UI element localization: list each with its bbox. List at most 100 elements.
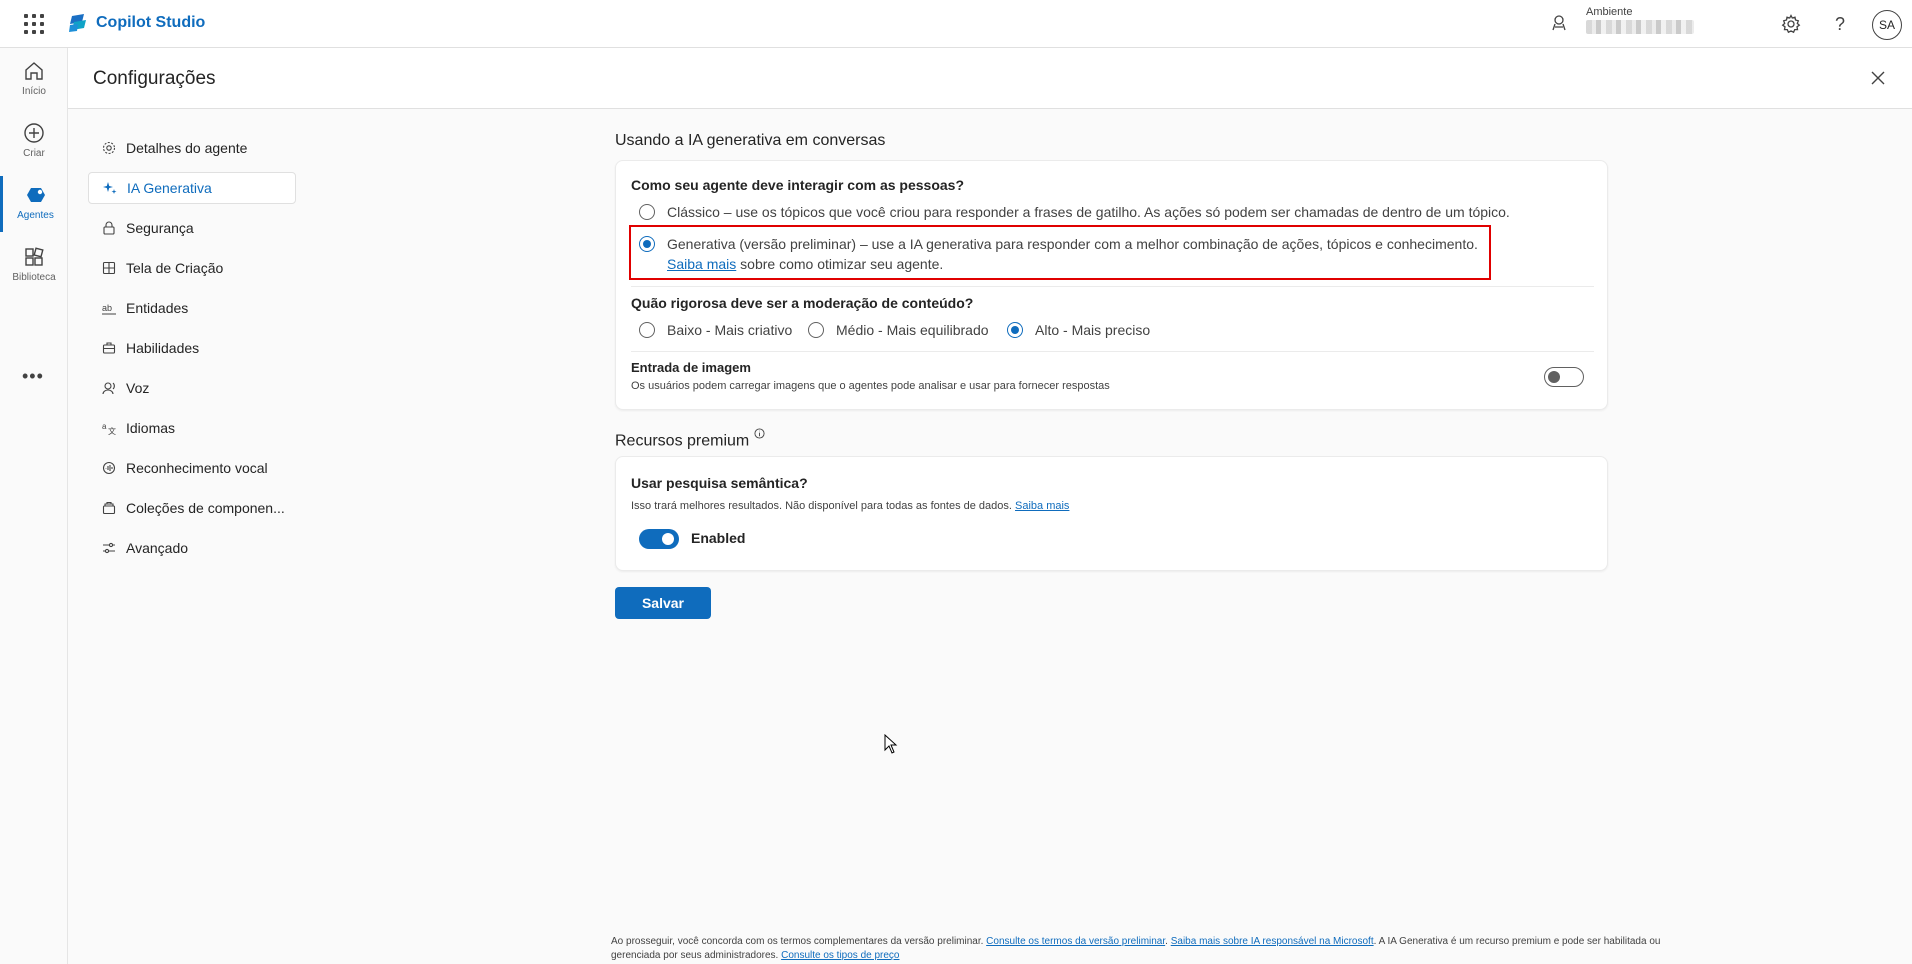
nav-item-security[interactable]: Segurança (88, 208, 296, 248)
moderation-high-label[interactable]: Alto - Mais preciso (1035, 322, 1150, 338)
nav-label: Detalhes do agente (126, 140, 248, 156)
footer-responsible-ai-link[interactable]: Saiba mais sobre IA responsável na Micro… (1171, 936, 1374, 947)
translate-icon: a文 (102, 422, 116, 435)
lock-icon (103, 221, 115, 235)
library-icon (25, 247, 44, 266)
footer-text-1: Ao prosseguir, você concorda com os term… (611, 936, 987, 947)
nav-label: Idiomas (126, 420, 176, 436)
radio-generative[interactable] (639, 236, 655, 252)
rail-label: Biblioteca (12, 272, 56, 283)
settings-nav: Detalhes do agente IA Generativa Seguran… (88, 128, 296, 568)
voice-icon (102, 382, 115, 395)
rail-item-create[interactable]: Criar (0, 114, 68, 170)
radio-moderation-high[interactable] (1007, 322, 1023, 338)
grid-icon (102, 261, 116, 275)
semantic-question: Usar pesquisa semântica? (631, 475, 808, 491)
rail-item-agents[interactable]: Agentes (0, 176, 68, 232)
entities-icon: ab (102, 303, 116, 315)
radio-classic[interactable] (639, 204, 655, 220)
save-button[interactable]: Salvar (615, 587, 711, 619)
app-launcher-icon[interactable] (24, 14, 44, 34)
panel-header: Configurações (68, 48, 1912, 109)
briefcase-icon (102, 342, 116, 354)
help-icon[interactable]: ? (1830, 14, 1850, 34)
nav-label: Segurança (126, 220, 194, 236)
moderation-question: Quão rigorosa deve ser a moderação de co… (631, 295, 974, 311)
semantic-toggle-label: Enabled (691, 530, 746, 546)
option-classic-label[interactable]: Clássico – use os tópicos que você criou… (667, 204, 1510, 220)
nav-label: Reconhecimento vocal (126, 460, 268, 476)
footer-pricing-link[interactable]: Consulte os tipos de preço (781, 950, 899, 961)
nav-item-skills[interactable]: Habilidades (88, 328, 296, 368)
interaction-question: Como seu agente deve interagir com as pe… (631, 177, 965, 193)
divider (631, 286, 1594, 287)
generative-card: Como seu agente deve interagir com as pe… (615, 160, 1608, 410)
nav-item-voice[interactable]: Voz (88, 368, 296, 408)
semantic-search-toggle[interactable] (639, 529, 679, 549)
svg-text:ab: ab (102, 303, 112, 313)
learn-more-suffix: sobre como otimizar seu agente. (736, 256, 944, 272)
section-title-premium: Recursos premium (615, 432, 750, 450)
semantic-learn-more-link[interactable]: Saiba mais (1015, 500, 1069, 512)
sliders-icon (103, 542, 115, 554)
app-name[interactable]: Copilot Studio (96, 14, 205, 32)
page-title: Configurações (93, 68, 216, 89)
collection-icon (102, 501, 116, 515)
radio-moderation-low[interactable] (639, 322, 655, 338)
info-icon[interactable] (754, 428, 765, 439)
moderation-medium-label[interactable]: Médio - Mais equilibrado (836, 322, 989, 338)
footer-terms-link[interactable]: Consulte os termos da versão preliminar (986, 936, 1165, 947)
nav-item-agent-details[interactable]: Detalhes do agente (88, 128, 296, 168)
rail-label: Criar (23, 148, 45, 159)
divider (631, 351, 1594, 352)
environment-label: Ambiente (1586, 6, 1633, 18)
semantic-desc: Isso trará melhores resultados. Não disp… (631, 500, 1012, 512)
plus-circle-icon (24, 123, 44, 143)
nav-item-languages[interactable]: a文 Idiomas (88, 408, 296, 448)
avatar[interactable]: SA (1872, 10, 1902, 40)
semantic-desc-line: Isso trará melhores resultados. Não disp… (631, 500, 1069, 512)
sparkle-icon (103, 182, 117, 194)
section-title-generative: Usando a IA generativa em conversas (615, 132, 886, 149)
home-icon (25, 62, 43, 80)
svg-text:文: 文 (108, 426, 116, 435)
copilot-studio-logo-icon (69, 14, 86, 32)
top-bar: Copilot Studio Ambiente ? SA (0, 0, 1912, 48)
agents-icon (26, 188, 45, 202)
radio-moderation-medium[interactable] (808, 322, 824, 338)
nav-label: Tela de Criação (126, 260, 224, 276)
left-rail: Início Criar Agentes Biblioteca ••• (0, 48, 68, 964)
speech-icon (102, 461, 116, 475)
image-input-desc: Os usuários podem carregar imagens que o… (631, 380, 1110, 392)
environment-value[interactable] (1586, 20, 1694, 34)
learn-more-link[interactable]: Saiba mais (667, 256, 736, 272)
moderation-low-label[interactable]: Baixo - Mais criativo (667, 322, 792, 338)
svg-text:a: a (102, 422, 107, 431)
more-icon[interactable]: ••• (22, 366, 44, 387)
nav-item-component-collections[interactable]: Coleções de componen... (88, 488, 296, 528)
nav-label: Habilidades (126, 340, 200, 356)
nav-label: Avançado (126, 540, 189, 556)
nav-item-speech-recognition[interactable]: Reconhecimento vocal (88, 448, 296, 488)
option-generative-label[interactable]: Generativa (versão preliminar) – use a I… (667, 236, 1478, 252)
footer-disclaimer: Ao prosseguir, você concorda com os term… (611, 935, 1661, 963)
learn-more-line: Saiba mais sobre como otimizar seu agent… (667, 256, 943, 272)
image-input-title: Entrada de imagem (631, 360, 751, 375)
rail-label: Agentes (17, 210, 54, 221)
image-input-toggle[interactable] (1544, 367, 1584, 387)
rail-label: Início (22, 86, 46, 97)
nav-label: Coleções de componen... (126, 500, 285, 516)
nav-label: Voz (126, 380, 150, 396)
nav-item-authoring-canvas[interactable]: Tela de Criação (88, 248, 296, 288)
environment-icon[interactable] (1550, 14, 1568, 32)
nav-item-advanced[interactable]: Avançado (88, 528, 296, 568)
gear-icon (102, 141, 116, 155)
nav-label: IA Generativa (127, 180, 212, 196)
section-title-premium-wrap: Recursos premium (615, 428, 765, 450)
rail-item-library[interactable]: Biblioteca (0, 238, 68, 294)
nav-item-generative-ai[interactable]: IA Generativa (88, 172, 296, 204)
rail-item-home[interactable]: Início (0, 52, 68, 108)
settings-icon[interactable] (1781, 14, 1801, 34)
close-icon[interactable] (1870, 70, 1886, 86)
nav-item-entities[interactable]: ab Entidades (88, 288, 296, 328)
